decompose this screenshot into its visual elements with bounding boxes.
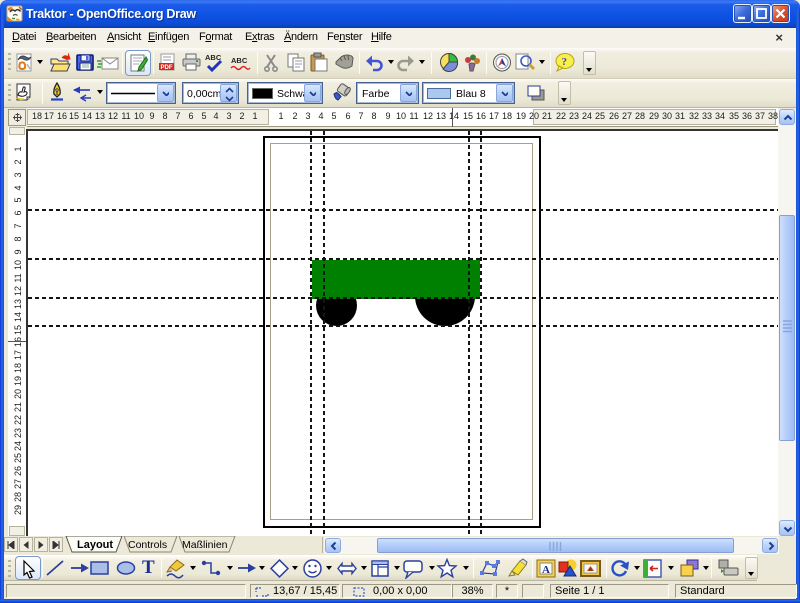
svg-text:ABC: ABC — [231, 56, 248, 65]
svg-text:?: ? — [562, 56, 568, 68]
svg-text:Maßlinien: Maßlinien — [182, 539, 228, 551]
svg-text:Layout: Layout — [77, 539, 113, 551]
svg-text:PDF: PDF — [161, 65, 173, 71]
svg-text:A: A — [542, 564, 550, 576]
svg-text:Controls: Controls — [128, 539, 167, 551]
